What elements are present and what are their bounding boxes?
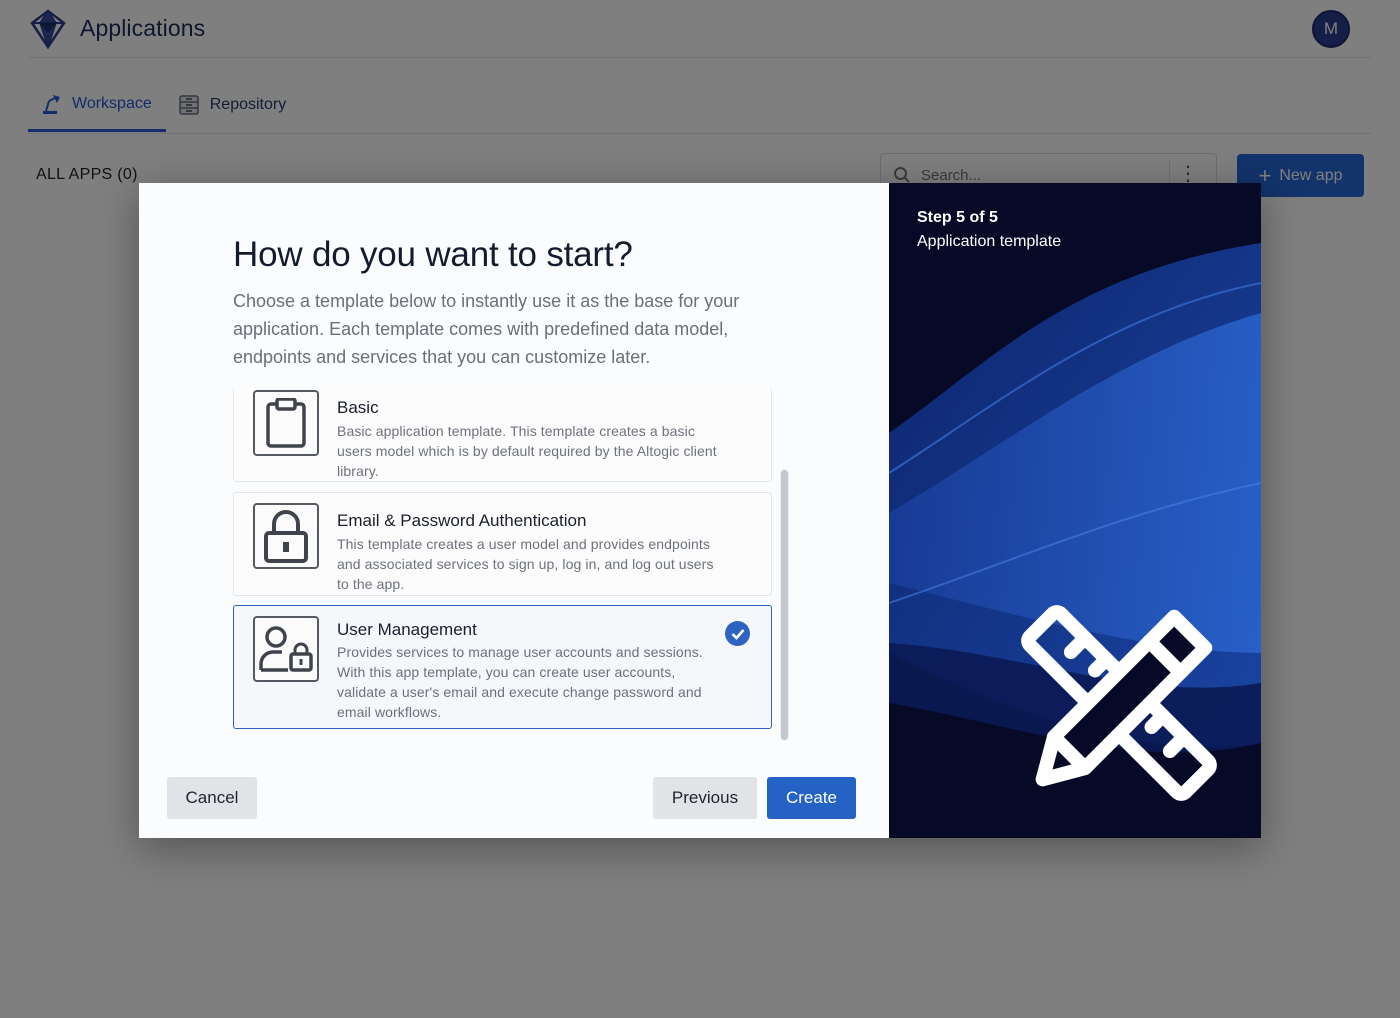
template-card-email-password[interactable]: Email & Password Authentication This tem… (233, 492, 772, 596)
template-description: This template creates a user model and p… (337, 536, 714, 592)
wizard-step-number: Step 5 of 5 (917, 209, 998, 226)
lock-icon (253, 503, 319, 569)
template-title: Email & Password Authentication (337, 511, 587, 530)
template-list-scrollbar[interactable] (780, 469, 789, 741)
create-button[interactable]: Create (767, 777, 856, 819)
scrollbar-thumb[interactable] (781, 470, 788, 740)
template-title: Basic (337, 398, 379, 417)
clipboard-icon (253, 390, 319, 456)
cancel-button[interactable]: Cancel (167, 777, 257, 819)
wizard-step-name: Application template (917, 233, 1062, 250)
dialog-description: Choose a template below to instantly use… (233, 291, 740, 367)
template-description: Basic application template. This templat… (337, 423, 717, 479)
previous-button[interactable]: Previous (653, 777, 757, 819)
template-list: Basic Basic application template. This t… (233, 389, 773, 729)
template-card-user-management[interactable]: User Management Provides services to man… (233, 605, 772, 729)
template-title: User Management (337, 620, 477, 639)
dialog-title: How do you want to start? (233, 235, 633, 274)
dialog-content: How do you want to start? Choose a templ… (139, 183, 889, 838)
ruler-pencil-icon (1021, 605, 1217, 801)
selected-check-icon (725, 621, 750, 646)
template-card-basic[interactable]: Basic Basic application template. This t… (233, 389, 772, 482)
user-lock-icon (253, 616, 319, 682)
create-app-dialog: How do you want to start? Choose a templ… (139, 183, 1261, 838)
wizard-side-panel: Step 5 of 5 Application template (889, 183, 1261, 838)
template-description: Provides services to manage user account… (337, 644, 703, 720)
